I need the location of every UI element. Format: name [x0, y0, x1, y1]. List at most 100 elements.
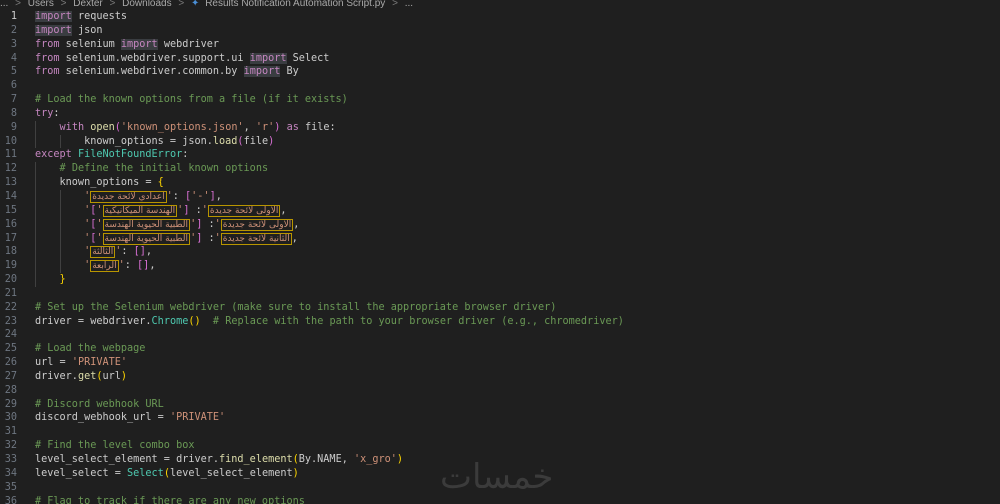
watermark-logo: خمسات — [440, 457, 554, 497]
code-token: open — [90, 121, 115, 133]
code-line[interactable]: 31 — [0, 425, 1000, 439]
code-line[interactable]: 12 # Define the initial known options — [0, 162, 1000, 177]
breadcrumb-item-downloads[interactable]: Downloads — [122, 0, 171, 9]
code-token: Chrome — [151, 315, 189, 327]
code-text: import json — [35, 24, 102, 38]
code-line[interactable]: 3 from selenium import webdriver — [0, 38, 1000, 52]
code-line[interactable]: 6 — [0, 79, 1000, 93]
code-token: url — [102, 370, 121, 382]
code-token: { — [157, 177, 164, 189]
code-line[interactable]: 22 # Set up the Selenium webdriver (make … — [0, 301, 1000, 315]
code-line[interactable]: 16 ' الاولى لائحة جديدة': ['الطبية الحيوي… — [0, 217, 1000, 232]
code-text: discord_webhook_url = 'PRIVATE' — [35, 411, 225, 425]
line-number: 30 — [4, 412, 17, 424]
code-token: ) — [396, 454, 404, 465]
code-text: url = 'PRIVATE' — [35, 356, 127, 370]
code-token: : — [121, 246, 134, 258]
code-token: selenium — [59, 38, 121, 50]
code-token: , — [291, 232, 298, 244]
code-token: : — [53, 107, 60, 119]
code-line[interactable]: 5 from selenium.webdriver.common.by impor… — [0, 65, 1000, 79]
code-token: , — [293, 218, 300, 230]
breadcrumb: ... > Users > Dexter > Downloads > ✦ Res… — [0, 0, 1000, 10]
breadcrumb-lead: ... — [0, 0, 9, 9]
code-line[interactable]: 18 ' الثالثة ': [], — [0, 245, 1000, 260]
code-token: : — [182, 149, 189, 161]
code-line[interactable]: 2 import json — [0, 24, 1000, 38]
breadcrumb-item-users[interactable]: Users — [28, 0, 54, 9]
code-line[interactable]: 20 } — [0, 273, 1000, 287]
code-text: # Define the initial known options — [35, 162, 269, 176]
code-text: known_options = json.load(file) — [35, 135, 274, 149]
code-line[interactable]: 23 driver = webdriver.Chrome() # Replace … — [0, 315, 1000, 329]
code-line[interactable]: 21 — [0, 287, 1000, 301]
line-number: 9 — [10, 121, 17, 133]
line-number: 14 — [4, 190, 17, 202]
code-line[interactable]: 28 — [0, 384, 1000, 398]
line-number: 24 — [4, 329, 17, 341]
code-text: # Flag to track if there are any new opt… — [35, 495, 305, 504]
code-token: 'known_options.json' — [120, 121, 244, 133]
code-token: driver = webdriver. — [35, 315, 152, 327]
code-line[interactable]: 1 import requests — [0, 10, 1000, 24]
code-text: known_options = { — [35, 176, 164, 190]
code-token: : — [124, 260, 138, 272]
code-token: 'r' — [255, 121, 275, 133]
code-token: ' — [96, 232, 103, 244]
code-token: ' — [96, 218, 103, 230]
code-line[interactable]: 13 known_options = { — [0, 176, 1000, 190]
code-line[interactable]: 7 # Load the known options from a file (i… — [0, 93, 1000, 107]
code-token: import — [249, 52, 287, 64]
code-token: : — [202, 218, 215, 230]
line-number: 4 — [10, 52, 17, 64]
code-line[interactable]: 26 url = 'PRIVATE' — [0, 356, 1000, 370]
code-text: } — [35, 273, 66, 287]
code-line[interactable]: 4 from selenium.webdriver.support.ui impo… — [0, 52, 1000, 66]
code-line[interactable]: 15 ' الاولى لائحة جديدة': ['الهندسة الميك… — [0, 203, 1000, 218]
code-line[interactable]: 17 ' الثانية لائحة جديدة': ['الطبية الحيو… — [0, 231, 1000, 246]
code-token: level_select_element = driver. — [35, 454, 220, 465]
code-line[interactable]: 27 driver.get(url) — [0, 370, 1000, 384]
code-token: # Load the known options from a file (if… — [35, 94, 348, 106]
code-token: from — [35, 66, 60, 78]
code-text: from selenium.webdriver.support.ui impor… — [35, 52, 329, 66]
chevron-right-icon: > — [178, 0, 185, 9]
code-token: find_element — [219, 454, 293, 465]
code-text: driver.get(url) — [35, 370, 127, 384]
code-token: ' — [214, 218, 221, 230]
code-text: from selenium.webdriver.common.by import… — [35, 65, 299, 79]
code-token: level_select_element — [169, 467, 293, 479]
code-text: # Discord webhook URL — [35, 398, 164, 412]
code-line[interactable]: 8 try: — [0, 107, 1000, 121]
line-number: 31 — [4, 426, 17, 438]
code-line[interactable]: 11 except FileNotFoundError: — [0, 148, 1000, 162]
code-line[interactable]: 9 with open('known_options.json', 'r') a… — [0, 120, 1000, 135]
code-token: url = — [35, 357, 72, 369]
code-line[interactable]: 10 known_options = json.load(file) — [0, 134, 1000, 149]
breadcrumb-file[interactable]: Results Notification Automation Script.p… — [205, 0, 385, 9]
code-line[interactable]: 32 # Find the level combo box — [0, 439, 1000, 453]
line-number: 3 — [10, 38, 17, 50]
code-line[interactable]: 24 — [0, 328, 1000, 342]
code-line[interactable]: 19 ' الرابعة ': [], — [0, 259, 1000, 274]
code-token: # Replace with the path to your browser … — [212, 315, 624, 327]
code-editor[interactable]: 1 import requests 2 import json 3 from seleni… — [0, 10, 1000, 504]
line-number: 32 — [4, 440, 17, 452]
code-line[interactable]: 29 # Discord webhook URL — [0, 398, 1000, 412]
line-number: 17 — [4, 232, 17, 244]
line-number: 34 — [4, 467, 17, 479]
breadcrumb-tail[interactable]: ... — [405, 0, 413, 9]
code-line[interactable]: 30 discord_webhook_url = 'PRIVATE' — [0, 411, 1000, 425]
code-line[interactable]: 25 # Load the webpage — [0, 342, 1000, 356]
code-token: selenium.webdriver.support.ui — [59, 52, 250, 64]
code-line[interactable]: 14 ' اعدادي لائحة جديدة ': ['-'], — [0, 189, 1000, 204]
code-token: from — [35, 52, 60, 64]
code-text: level_select = Select(level_select_eleme… — [35, 467, 299, 481]
code-token: By.NAME, — [298, 454, 354, 465]
code-token: # Flag to track if there are any new opt… — [35, 495, 305, 504]
breadcrumb-item-dexter[interactable]: Dexter — [73, 0, 102, 9]
line-number: 26 — [4, 357, 17, 369]
